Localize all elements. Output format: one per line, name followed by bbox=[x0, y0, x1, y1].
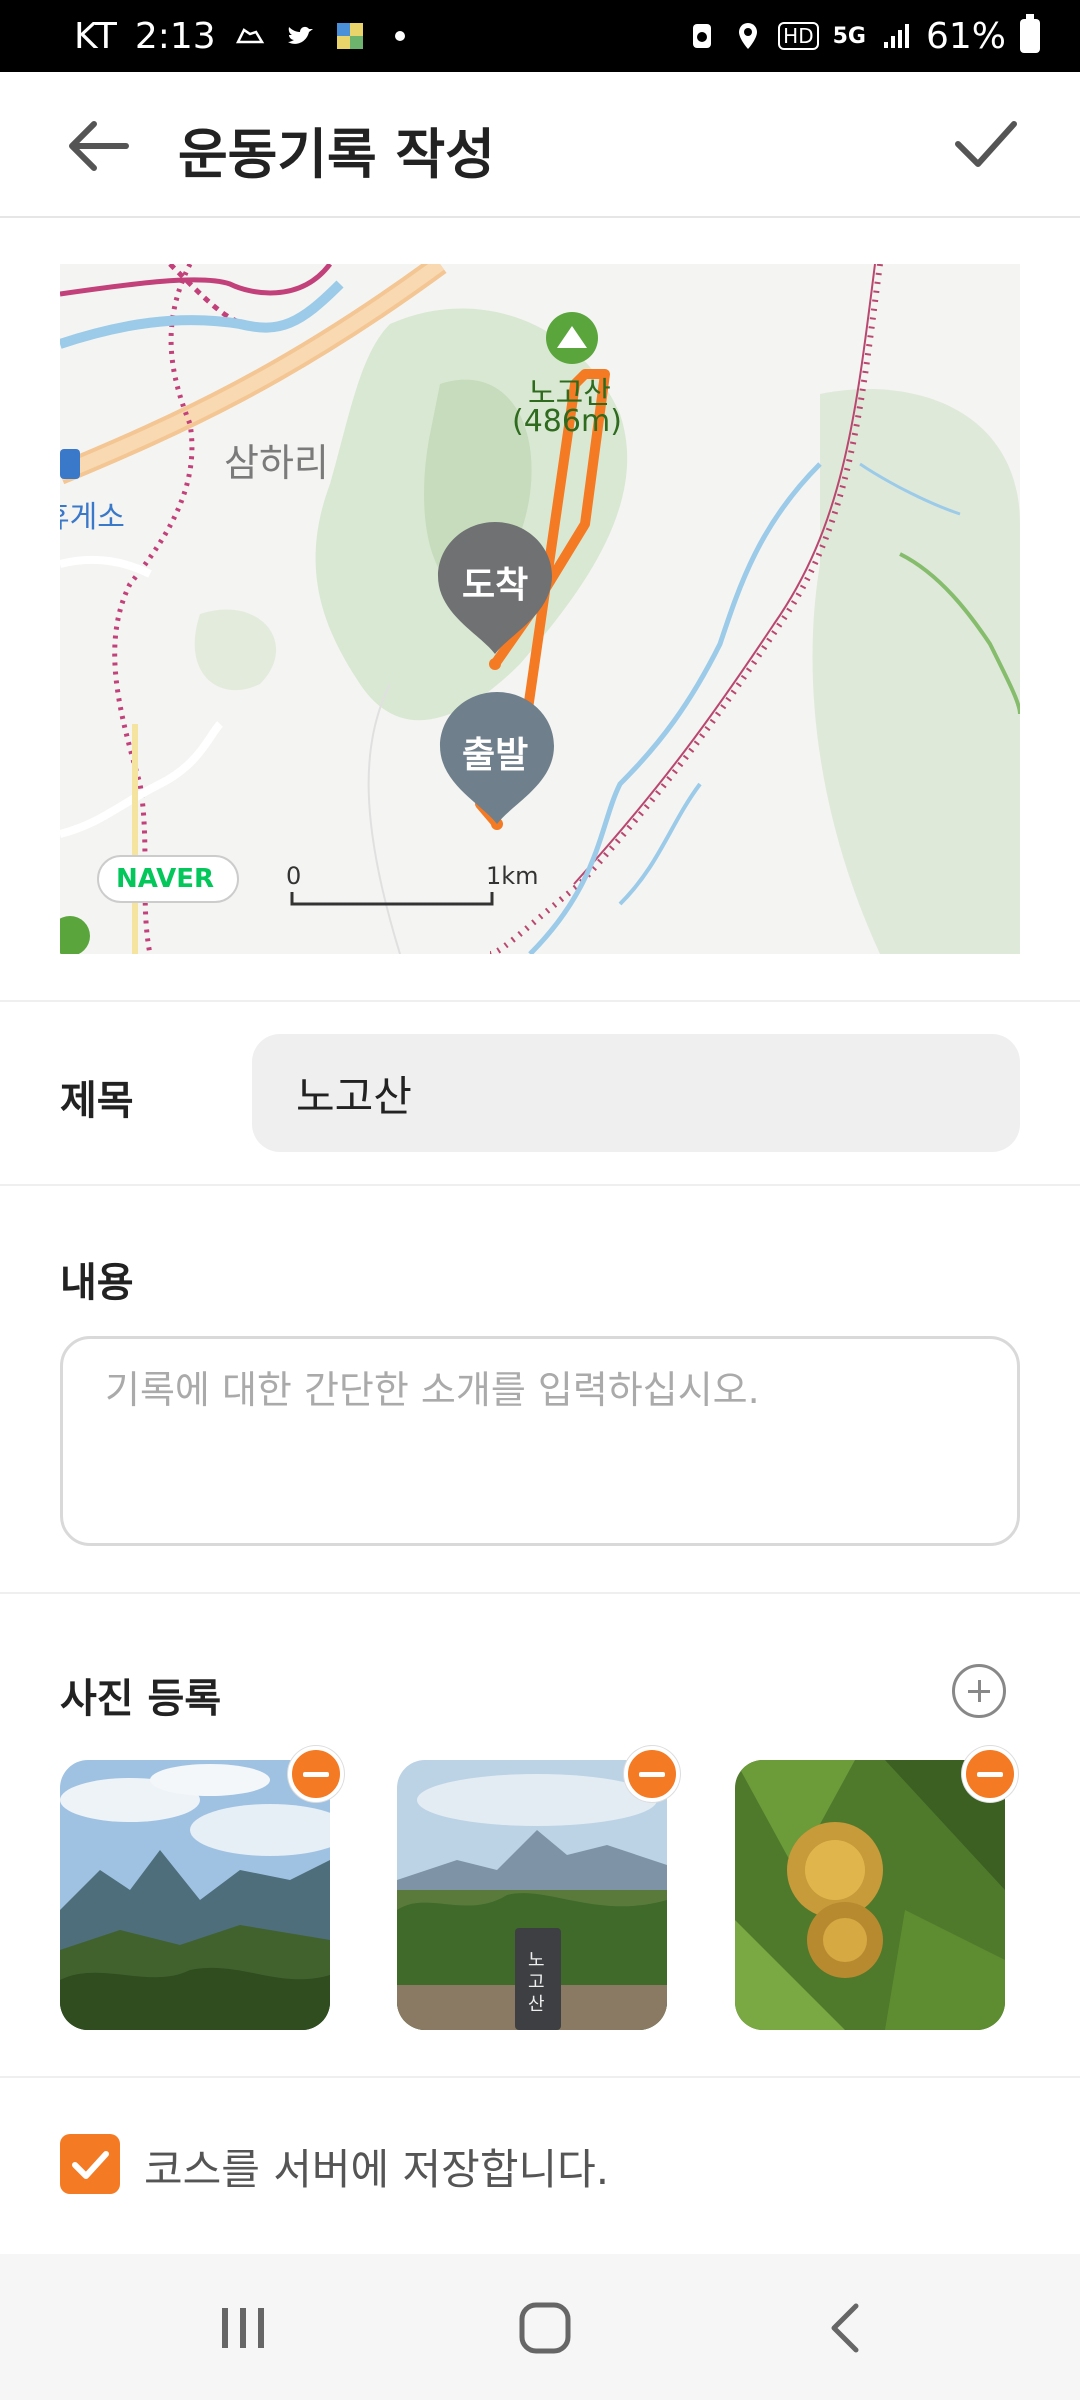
divider bbox=[0, 1592, 1080, 1594]
arrival-marker-label: 도착 bbox=[462, 565, 529, 606]
divider bbox=[0, 2076, 1080, 2078]
home-button[interactable] bbox=[510, 2298, 580, 2358]
map-poi-icon bbox=[60, 916, 90, 954]
recycle-icon bbox=[693, 24, 712, 48]
photo-thumbnail-2[interactable]: 노고산 bbox=[397, 1760, 667, 2030]
peak-elevation: (486m) bbox=[512, 404, 622, 439]
rest-area-icon bbox=[60, 449, 80, 479]
signal-icon bbox=[883, 24, 909, 48]
location-icon bbox=[739, 23, 758, 49]
save-course-label: 코스를 서버에 저장합니다. bbox=[144, 2145, 610, 2194]
done-checkmark-button[interactable] bbox=[952, 112, 1020, 176]
title-input[interactable]: 노고산 bbox=[252, 1034, 1020, 1152]
scale-start-label: 0 bbox=[286, 862, 302, 890]
clock: 2:13 bbox=[134, 15, 216, 57]
rest-area-label: 휴게소 bbox=[60, 500, 125, 535]
content-placeholder: 기록에 대한 간단한 소개를 입력하십시오. bbox=[105, 1368, 760, 1412]
start-marker-label: 출발 bbox=[462, 735, 529, 776]
system-nav-bar bbox=[0, 2254, 1080, 2400]
5g-badge: 5G bbox=[832, 23, 866, 49]
remove-photo-button-3[interactable] bbox=[962, 1746, 1018, 1802]
app-bar: 운동기록 작성 bbox=[0, 72, 1080, 218]
chestnut-burr-photo bbox=[735, 1760, 1005, 2030]
back-button[interactable] bbox=[64, 118, 134, 174]
save-course-checkbox[interactable] bbox=[60, 2134, 120, 2194]
page-title: 운동기록 작성 bbox=[178, 123, 495, 186]
content-textarea[interactable]: 기록에 대한 간단한 소개를 입력하십시오. bbox=[60, 1336, 1020, 1546]
notification-dot-icon bbox=[394, 31, 405, 41]
battery-icon bbox=[1020, 14, 1040, 53]
mountain-ridge-photo bbox=[60, 1760, 330, 2030]
divider bbox=[0, 1184, 1080, 1186]
check-icon bbox=[72, 2151, 109, 2179]
carrier-label: KT bbox=[74, 15, 117, 57]
status-bar: KT 2:13 HD 5G 61% bbox=[0, 0, 1080, 72]
summit-sign-text: 노고산 bbox=[528, 1950, 545, 2015]
hd-badge: HD bbox=[778, 22, 819, 50]
title-label: 제목 bbox=[60, 1078, 134, 1124]
photo-thumbnail-3[interactable] bbox=[735, 1760, 1005, 2030]
photos-label: 사진 등록 bbox=[60, 1676, 222, 1722]
scale-end-label: 1km bbox=[486, 862, 539, 890]
running-shoe-icon bbox=[235, 28, 264, 44]
content-label: 내용 bbox=[60, 1260, 134, 1306]
scale-bar bbox=[290, 892, 494, 906]
remove-photo-button-1[interactable] bbox=[288, 1746, 344, 1802]
photo-thumbnail-1[interactable] bbox=[60, 1760, 330, 2030]
back-nav-button[interactable] bbox=[810, 2298, 880, 2358]
battery-percent: 61% bbox=[925, 15, 1006, 57]
naver-logo: NAVER bbox=[116, 864, 215, 894]
recent-apps-button[interactable] bbox=[208, 2298, 278, 2358]
route-map[interactable]: 노고산 (486m) 삼하리 휴게소 도착 출발 NAVER 0 1km bbox=[60, 264, 1020, 954]
divider bbox=[0, 1000, 1080, 1002]
village-label: 삼하리 bbox=[224, 441, 329, 485]
map-app-icon bbox=[336, 23, 363, 49]
remove-photo-button-2[interactable] bbox=[624, 1746, 680, 1802]
twitter-icon bbox=[287, 26, 313, 44]
add-photo-button[interactable] bbox=[952, 1664, 1006, 1718]
